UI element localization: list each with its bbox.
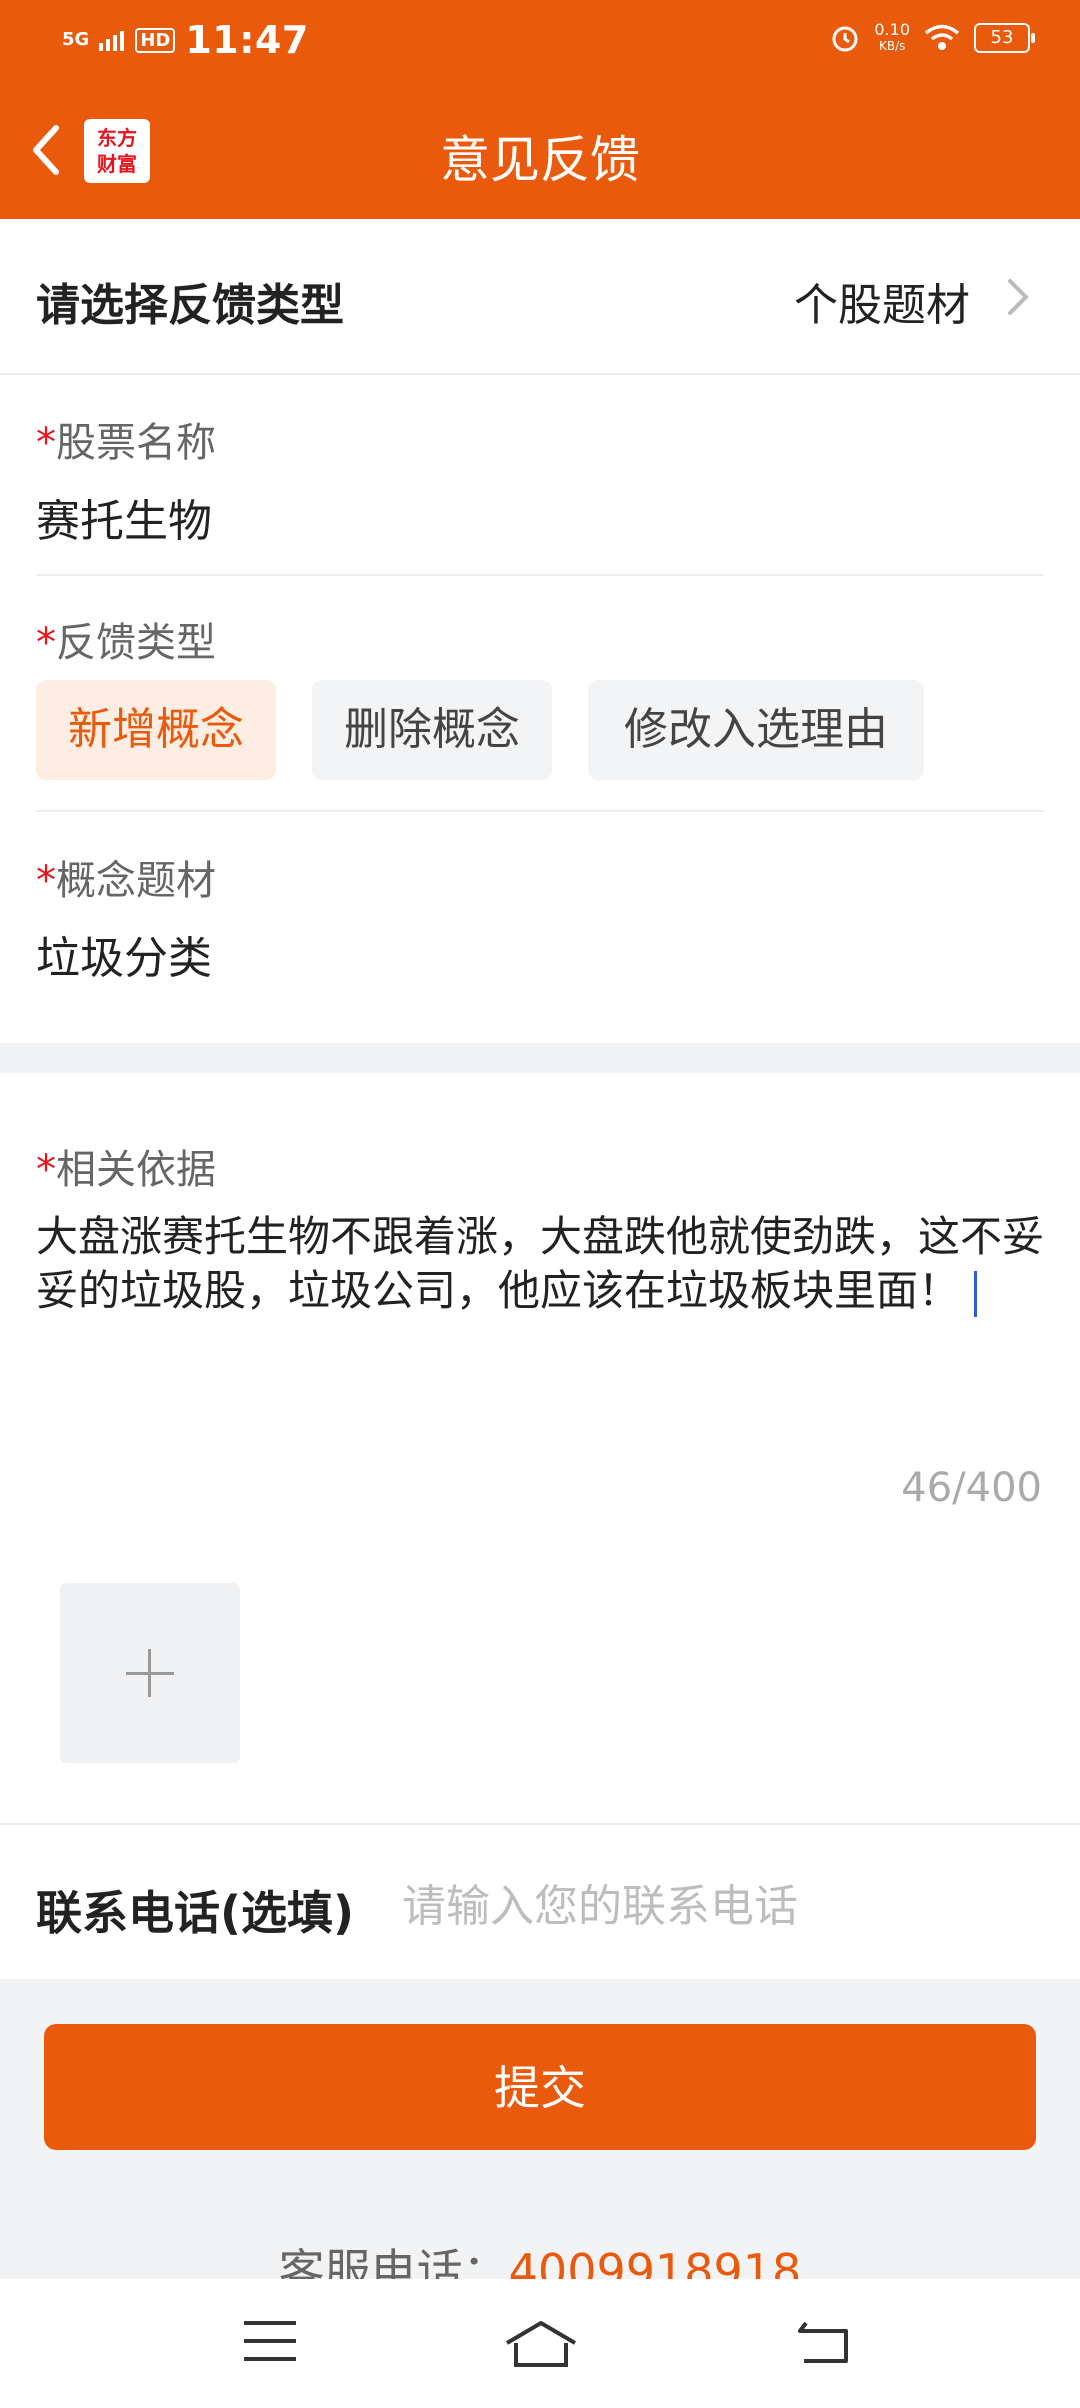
concept-label-text: 概念题材 <box>56 858 216 904</box>
text-caret <box>974 1270 978 1317</box>
add-image-button[interactable] <box>60 1583 240 1763</box>
wifi-icon <box>924 24 960 50</box>
service-label: 客服电话： <box>278 2244 509 2279</box>
required-star: * <box>36 620 56 666</box>
char-counter: 46/400 <box>901 1465 1042 1511</box>
section-separator <box>0 1043 1080 1073</box>
net-speed-value: 0.10 <box>874 20 910 39</box>
stock-name-label: *股票名称 <box>36 410 216 468</box>
service-phone: 客服电话：4009918918 <box>0 2235 1080 2279</box>
battery-indicator: 53 <box>974 23 1035 53</box>
service-number[interactable]: 4009918918 <box>509 2244 802 2279</box>
page-title: 意见反馈 <box>440 131 640 189</box>
phone-input[interactable] <box>400 1865 1044 1947</box>
chevron-right-icon <box>1008 279 1029 315</box>
required-star: * <box>36 858 56 904</box>
feedback-type-value: 个股题材 <box>794 280 970 331</box>
concept-value[interactable]: 垃圾分类 <box>36 922 212 986</box>
chip-modify-reason[interactable]: 修改入选理由 <box>588 680 924 780</box>
hd-badge: HD <box>135 27 176 53</box>
phone-row: 联系电话(选填) <box>0 1823 1080 1981</box>
signal-indicator: 5G <box>62 29 90 50</box>
signal-bars-icon <box>99 31 125 51</box>
chip-delete-concept[interactable]: 删除概念 <box>312 680 552 780</box>
status-bar: 5G HD 11:47 0.10 KB/s 53 <box>0 0 1080 80</box>
concept-label: *概念题材 <box>36 848 216 906</box>
stock-name-value[interactable]: 赛托生物 <box>36 485 212 549</box>
phone-label: 联系电话(选填) <box>36 1886 355 1940</box>
net-speed-unit: KB/s <box>878 39 906 53</box>
feedback-type-label: 请选择反馈类型 <box>36 280 344 331</box>
system-nav-bar <box>0 2279 1080 2408</box>
net-speed: 0.10 KB/s <box>874 22 910 54</box>
top-bar: 5G HD 11:47 0.10 KB/s 53 东方 财富 意见反馈 <box>0 0 1080 219</box>
basis-textarea[interactable]: 大盘涨赛托生物不跟着涨，大盘跌他就使劲跌，这不妥妥的垃圾股，垃圾公司，他应该在垃… <box>36 1210 1044 1318</box>
nav-bar: 东方 财富 意见反馈 <box>0 100 1080 200</box>
submit-button[interactable]: 提交 <box>44 2024 1036 2150</box>
status-time: 11:47 <box>185 18 309 62</box>
feedback-kind-label-text: 反馈类型 <box>56 620 216 666</box>
basis-text: 大盘涨赛托生物不跟着涨，大盘跌他就使劲跌，这不妥妥的垃圾股，垃圾公司，他应该在垃… <box>36 1212 1045 1315</box>
feedback-type-selector[interactable]: 请选择反馈类型 个股题材 <box>0 219 1080 375</box>
menu-icon[interactable] <box>244 2319 296 2363</box>
required-star: * <box>36 1147 56 1193</box>
basis-label-text: 相关依据 <box>56 1147 216 1193</box>
back-icon[interactable] <box>796 2319 850 2365</box>
required-star: * <box>36 420 56 466</box>
chip-add-concept[interactable]: 新增概念 <box>36 680 276 780</box>
feedback-kind-label: *反馈类型 <box>36 610 216 668</box>
stock-name-label-text: 股票名称 <box>56 420 216 466</box>
divider <box>36 810 1044 812</box>
home-icon[interactable] <box>504 2319 578 2369</box>
basis-label: *相关依据 <box>36 1137 216 1195</box>
divider <box>36 574 1044 576</box>
alarm-icon <box>832 26 858 52</box>
